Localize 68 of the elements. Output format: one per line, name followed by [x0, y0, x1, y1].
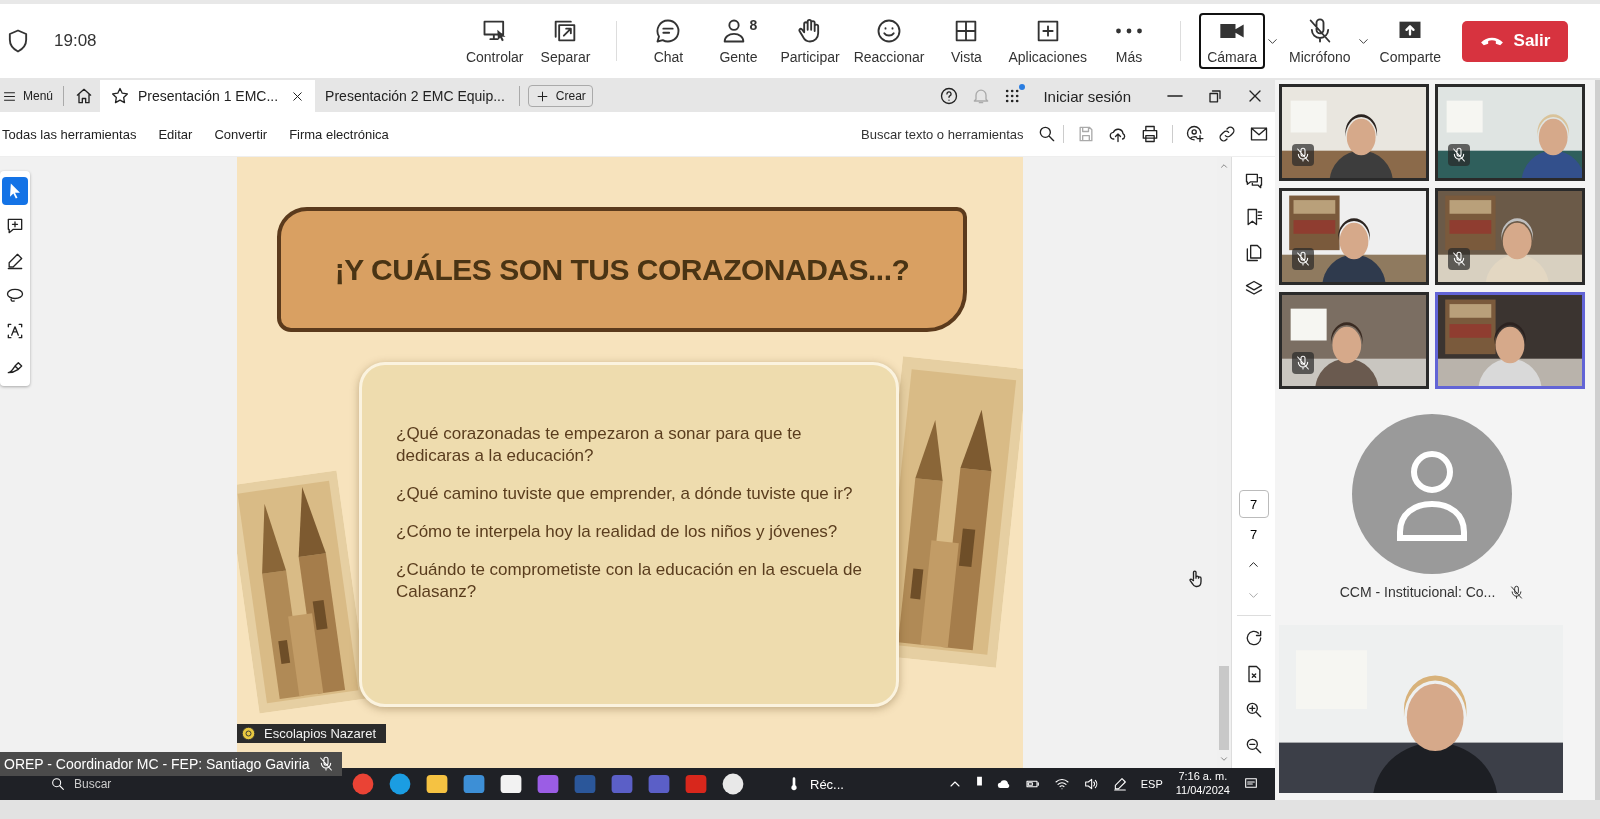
menu-button[interactable]: Menú [0, 88, 60, 104]
participant-name: CCM - Institucional: Co... [1339, 584, 1496, 600]
document-tab[interactable]: Presentación 2 EMC Equip... [315, 80, 515, 112]
meeting-button[interactable]: 8 Gente [705, 13, 772, 69]
avatar-icon [1352, 414, 1512, 574]
scroll-up-icon [1219, 161, 1229, 171]
help-icon [939, 86, 960, 106]
comment-icon [5, 216, 25, 236]
question-text: ¿Qué camino tuviste que emprender, a dónde tuviste que ir? [396, 483, 854, 506]
app-icon[interactable] [720, 771, 746, 797]
comments-icon [1243, 171, 1264, 191]
tab-title: Presentación 2 EMC Equip... [325, 88, 505, 104]
participant-tile[interactable]: CCM - Institucional: Co... [1279, 389, 1585, 625]
brand-name: Escolapios Nazaret [264, 726, 376, 741]
language-indicator[interactable]: ESP [1140, 778, 1163, 790]
star-icon [110, 86, 131, 106]
wifi-icon [1053, 776, 1070, 792]
meeting-button[interactable]: Controlar [460, 13, 529, 69]
scroll-down-icon [1219, 754, 1229, 764]
search-field[interactable]: Buscar texto o herramientas [859, 124, 1057, 144]
tab-title: Presentación 1 EMC... [138, 88, 279, 104]
page-count: 7 [1249, 526, 1258, 544]
taskbar-search[interactable]: Buscar [50, 776, 350, 792]
question-text: ¿Qué corazonadas te empezaron a sonar para que te dedicaras a la educación? [396, 423, 803, 468]
meeting-button[interactable]: Vista [933, 13, 1000, 69]
scrollbar[interactable] [1217, 157, 1231, 768]
scroll-thumb[interactable] [1219, 666, 1229, 750]
slide-title: ¡Y CUÁLES SON TUS CORAZONADAS...? [334, 252, 910, 287]
document-tab[interactable]: Presentación 1 EMC... [100, 80, 316, 112]
meeting-button[interactable]: Separar [532, 13, 599, 69]
mail-icon [1249, 124, 1269, 144]
leave-button[interactable]: Salir [1462, 20, 1568, 62]
weather-widget[interactable]: Réc... [786, 776, 844, 792]
phone-icon [1479, 35, 1504, 47]
create-button[interactable]: Crear [527, 85, 593, 107]
meeting-timer: 19:08 [54, 31, 97, 51]
presenter-name: OREP - Coordinador MC - FEP: Santiago Gaviria [4, 756, 310, 772]
search-icon [1037, 124, 1057, 144]
tools-menu-item[interactable]: Todas las herramientas [0, 126, 148, 142]
meeting-button[interactable]: Cámara [1199, 13, 1266, 69]
user-plus-icon [1185, 124, 1205, 144]
text-select-icon [5, 321, 25, 341]
meeting-button[interactable]: Participar [775, 13, 845, 69]
speaker-icon [1082, 776, 1099, 792]
minimize-icon [1167, 95, 1183, 97]
meeting-button[interactable]: Aplicaciones [1003, 13, 1093, 69]
page-number-field[interactable]: 7 [1238, 490, 1269, 518]
clock-date: 11/04/2024 [1175, 784, 1230, 798]
meeting-button[interactable]: Reaccionar [848, 13, 930, 69]
plus-icon [534, 88, 550, 104]
pen-icon [5, 251, 25, 271]
clock-time: 7:16 a. m. [1178, 770, 1228, 784]
meeting-button[interactable]: Comparte [1374, 13, 1446, 69]
tools-menu-item[interactable]: Editar [147, 126, 204, 142]
search-icon [50, 776, 66, 792]
meeting-button[interactable]: Más [1096, 13, 1163, 69]
question-text: ¿Cómo te interpela hoy la realidad de los niños y jóvenes? [396, 521, 839, 544]
pen-icon [1111, 776, 1128, 792]
print-icon [1140, 124, 1160, 144]
sign-in-button[interactable]: Iniciar sesión [1029, 87, 1155, 105]
meeting-button[interactable]: Chat [635, 13, 702, 69]
meeting-button[interactable]: Micrófono [1284, 13, 1356, 69]
tools-menu-item[interactable]: Firma electrónica [278, 126, 400, 142]
more-icon [1115, 28, 1144, 34]
people-count: 8 [749, 17, 758, 33]
tools-menu-item[interactable]: Convertir [203, 126, 279, 142]
link-icon [1217, 124, 1237, 144]
question-text: ¿Cuándo te comprometiste con la educación en la escuela de Calasanz? [396, 559, 863, 604]
